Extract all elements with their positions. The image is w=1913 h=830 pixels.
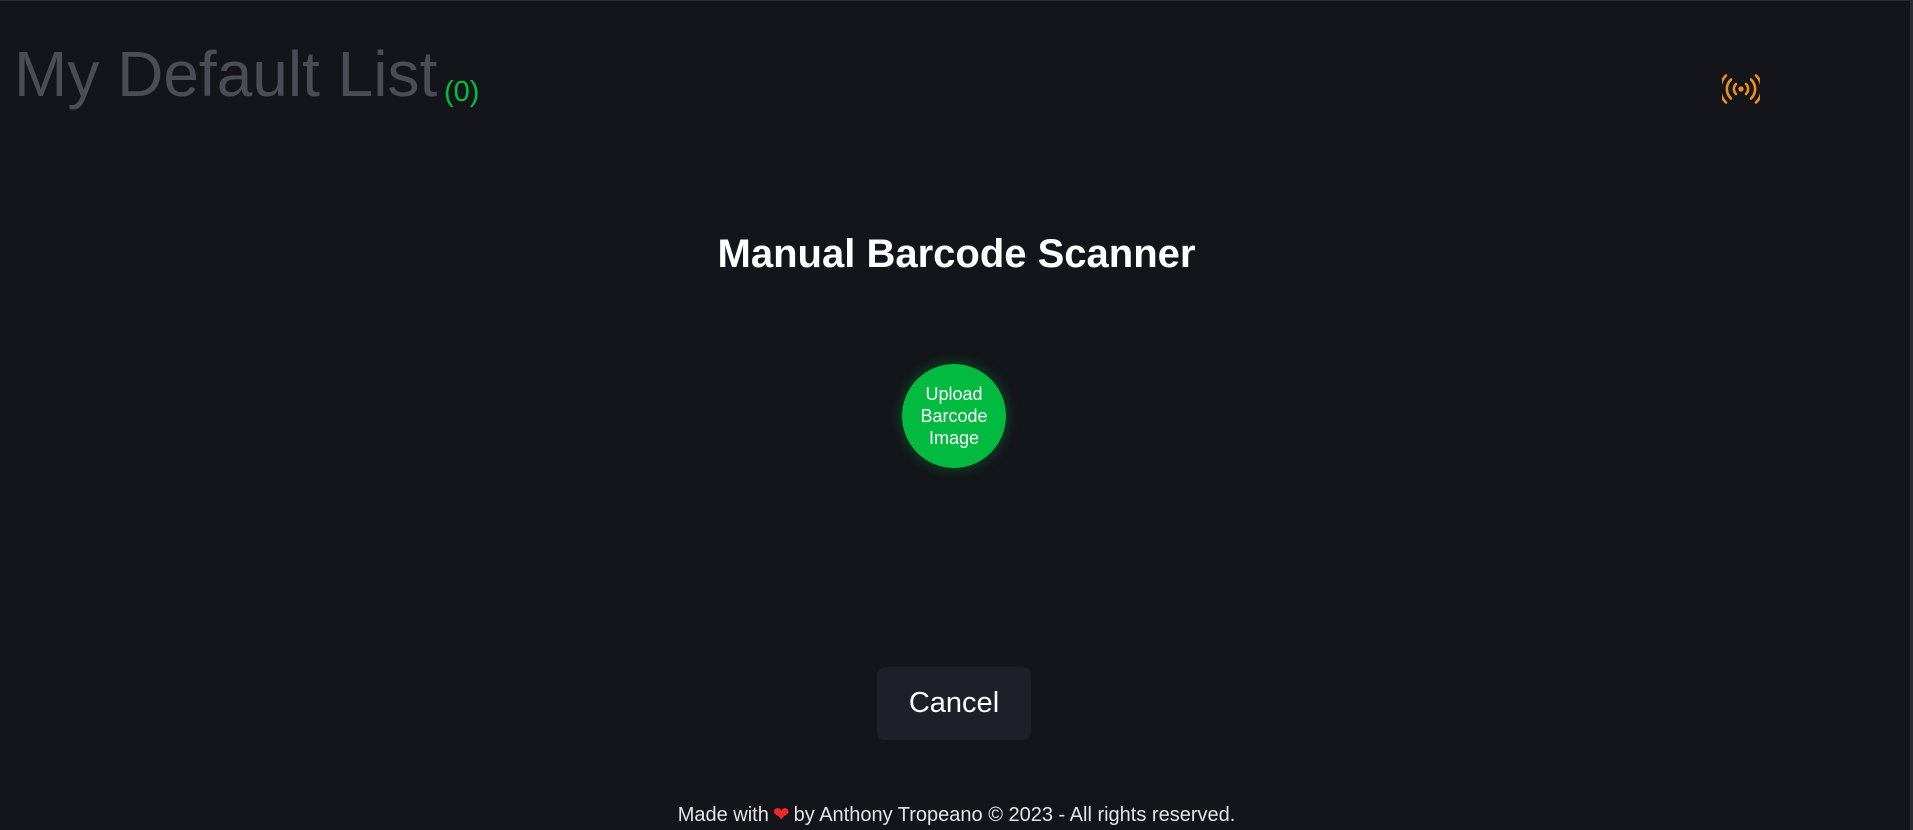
heart-icon: ❤: [772, 804, 790, 826]
list-item-count: (0): [444, 76, 480, 108]
footer-text-before: Made with: [677, 804, 769, 826]
top-border: [0, 0, 1913, 1]
broadcast-icon[interactable]: [1722, 74, 1760, 104]
upload-barcode-image-button[interactable]: Upload Barcode Image: [902, 364, 1006, 468]
list-title: My Default List: [14, 38, 438, 110]
footer-text-after: by Anthony Tropeano © 2023 - All rights …: [793, 804, 1236, 826]
upload-button-label: Upload Barcode Image: [920, 384, 988, 448]
cancel-button[interactable]: Cancel: [877, 667, 1031, 740]
scanner-title: Manual Barcode Scanner: [717, 232, 1196, 276]
footer: Made with ❤ by Anthony Tropeano © 2023 - A…: [0, 802, 1913, 828]
